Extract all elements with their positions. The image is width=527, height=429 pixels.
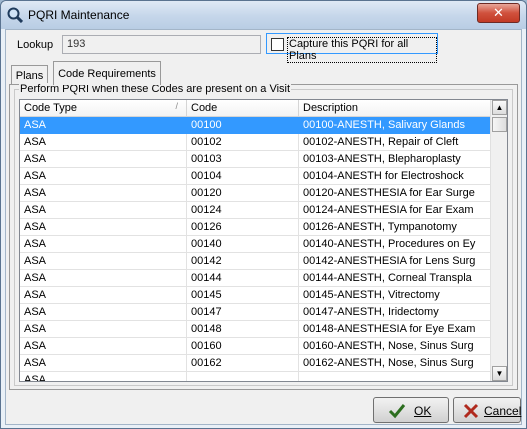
- checkbox-box[interactable]: [271, 38, 284, 51]
- table-row[interactable]: ASA 00100 00100-ANESTH, Salivary Glands: [20, 117, 500, 134]
- grid-header: Code Type / Code Description: [20, 100, 500, 117]
- column-header-code-type[interactable]: Code Type /: [20, 100, 187, 117]
- scroll-thumb[interactable]: [492, 117, 507, 132]
- description-cell: 00124-ANESTHESIA for Ear Exam: [299, 202, 499, 219]
- ok-button[interactable]: OK: [373, 397, 449, 423]
- codes-groupbox: Perform PQRI when these Codes are presen…: [14, 83, 513, 386]
- tab-plans[interactable]: Plans: [11, 65, 48, 85]
- code-type-cell: ASA: [20, 304, 187, 321]
- code-type-cell: ASA: [20, 321, 187, 338]
- code-cell: 00124: [187, 202, 299, 219]
- code-type-cell: ASA: [20, 185, 187, 202]
- vertical-scrollbar[interactable]: ▲ ▼: [490, 100, 507, 381]
- description-cell: 00147-ANESTH, Iridectomy: [299, 304, 499, 321]
- table-row[interactable]: ASA 00102 00102-ANESTH, Repair of Cleft: [20, 134, 500, 151]
- column-header-description[interactable]: Description: [299, 100, 499, 117]
- codes-grid[interactable]: Code Type / Code Description ASA 00100 001…: [19, 99, 508, 382]
- description-cell: 00100-ANESTH, Salivary Glands: [299, 117, 499, 134]
- x-icon: [463, 403, 479, 419]
- description-cell: 00162-ANESTH, Nose, Sinus Surg: [299, 355, 499, 372]
- description-cell: [299, 372, 499, 381]
- code-type-cell: ASA: [20, 270, 187, 287]
- code-type-cell: ASA: [20, 338, 187, 355]
- table-row[interactable]: ASA 00142 00142-ANESTHESIA for Lens Surg: [20, 253, 500, 270]
- code-cell: 00103: [187, 151, 299, 168]
- lookup-label: Lookup: [17, 39, 54, 51]
- code-cell: 00148: [187, 321, 299, 338]
- description-cell: 00148-ANESTHESIA for Eye Exam: [299, 321, 499, 338]
- code-cell: 00160: [187, 338, 299, 355]
- window-title: PQRI Maintenance: [28, 8, 130, 22]
- description-cell: 00145-ANESTH, Vitrectomy: [299, 287, 499, 304]
- description-cell: 00120-ANESTHESIA for Ear Surge: [299, 185, 499, 202]
- description-cell: 00160-ANESTH, Nose, Sinus Surg: [299, 338, 499, 355]
- table-row[interactable]: ASA 00144 00144-ANESTH, Corneal Transpla: [20, 270, 500, 287]
- description-cell: 00102-ANESTH, Repair of Cleft: [299, 134, 499, 151]
- code-requirements-panel: Perform PQRI when these Codes are presen…: [9, 83, 518, 390]
- checkmark-icon: [388, 404, 406, 419]
- code-cell: 00104: [187, 168, 299, 185]
- code-cell: 00142: [187, 253, 299, 270]
- description-cell: 00140-ANESTH, Procedures on Ey: [299, 236, 499, 253]
- code-cell: 00126: [187, 219, 299, 236]
- dialog-window: PQRI Maintenance ✕ Lookup 193 Capture th…: [0, 0, 527, 429]
- table-row[interactable]: ASA 00160 00160-ANESTH, Nose, Sinus Surg: [20, 338, 500, 355]
- description-cell: 00103-ANESTH, Blepharoplasty: [299, 151, 499, 168]
- table-row[interactable]: ASA 00140 00140-ANESTH, Procedures on Ey: [20, 236, 500, 253]
- code-type-cell: ASA: [20, 355, 187, 372]
- table-row[interactable]: ASA 00148 00148-ANESTHESIA for Eye Exam: [20, 321, 500, 338]
- table-row[interactable]: ASA 00162 00162-ANESTH, Nose, Sinus Surg: [20, 355, 500, 372]
- close-button[interactable]: ✕: [477, 3, 520, 23]
- code-type-cell: ASA: [20, 236, 187, 253]
- code-type-cell: ASA: [20, 372, 187, 381]
- column-header-code[interactable]: Code: [187, 100, 299, 117]
- description-cell: 00144-ANESTH, Corneal Transpla: [299, 270, 499, 287]
- table-row[interactable]: ASA 00120 00120-ANESTHESIA for Ear Surge: [20, 185, 500, 202]
- dialog-body: Lookup 193 Capture this PQRI for all Pla…: [5, 29, 522, 425]
- code-type-cell: ASA: [20, 253, 187, 270]
- table-row[interactable]: ASA 00103 00103-ANESTH, Blepharoplasty: [20, 151, 500, 168]
- code-type-cell: ASA: [20, 117, 187, 134]
- code-cell: [187, 372, 299, 381]
- table-row[interactable]: ASA 00126 00126-ANESTH, Tympanotomy: [20, 219, 500, 236]
- ok-button-label: OK: [414, 404, 432, 418]
- lookup-field[interactable]: 193: [62, 35, 261, 54]
- code-type-cell: ASA: [20, 168, 187, 185]
- code-type-cell: ASA: [20, 287, 187, 304]
- scroll-down-button[interactable]: ▼: [492, 366, 507, 381]
- code-cell: 00147: [187, 304, 299, 321]
- description-cell: 00142-ANESTHESIA for Lens Surg: [299, 253, 499, 270]
- code-cell: 00102: [187, 134, 299, 151]
- app-search-icon: [7, 7, 23, 23]
- description-cell: 00126-ANESTH, Tympanotomy: [299, 219, 499, 236]
- close-icon: ✕: [493, 5, 504, 20]
- code-type-cell: ASA: [20, 202, 187, 219]
- table-row[interactable]: ASA 00124 00124-ANESTHESIA for Ear Exam: [20, 202, 500, 219]
- table-row[interactable]: ASA 00147 00147-ANESTH, Iridectomy: [20, 304, 500, 321]
- code-cell: 00145: [187, 287, 299, 304]
- column-header-label: Code Type: [24, 102, 78, 114]
- code-cell: 00100: [187, 117, 299, 134]
- capture-all-plans-checkbox[interactable]: Capture this PQRI for all Plans: [266, 33, 438, 63]
- code-type-cell: ASA: [20, 134, 187, 151]
- capture-all-plans-label[interactable]: Capture this PQRI for all Plans: [287, 37, 437, 63]
- tab-code-requirements[interactable]: Code Requirements: [53, 61, 161, 85]
- code-cell: 00140: [187, 236, 299, 253]
- code-type-cell: ASA: [20, 151, 187, 168]
- title-bar[interactable]: PQRI Maintenance ✕: [1, 1, 526, 29]
- sort-indicator-icon: /: [175, 101, 178, 111]
- code-cell: 00162: [187, 355, 299, 372]
- cancel-button[interactable]: Cancel: [453, 397, 521, 423]
- description-cell: 00104-ANESTH for Electroshock: [299, 168, 499, 185]
- scroll-up-button[interactable]: ▲: [492, 100, 507, 115]
- table-row[interactable]: ASA: [20, 372, 500, 381]
- code-cell: 00144: [187, 270, 299, 287]
- cancel-button-label: Cancel: [484, 404, 522, 418]
- code-type-cell: ASA: [20, 219, 187, 236]
- code-cell: 00120: [187, 185, 299, 202]
- table-row[interactable]: ASA 00145 00145-ANESTH, Vitrectomy: [20, 287, 500, 304]
- table-row[interactable]: ASA 00104 00104-ANESTH for Electroshock: [20, 168, 500, 185]
